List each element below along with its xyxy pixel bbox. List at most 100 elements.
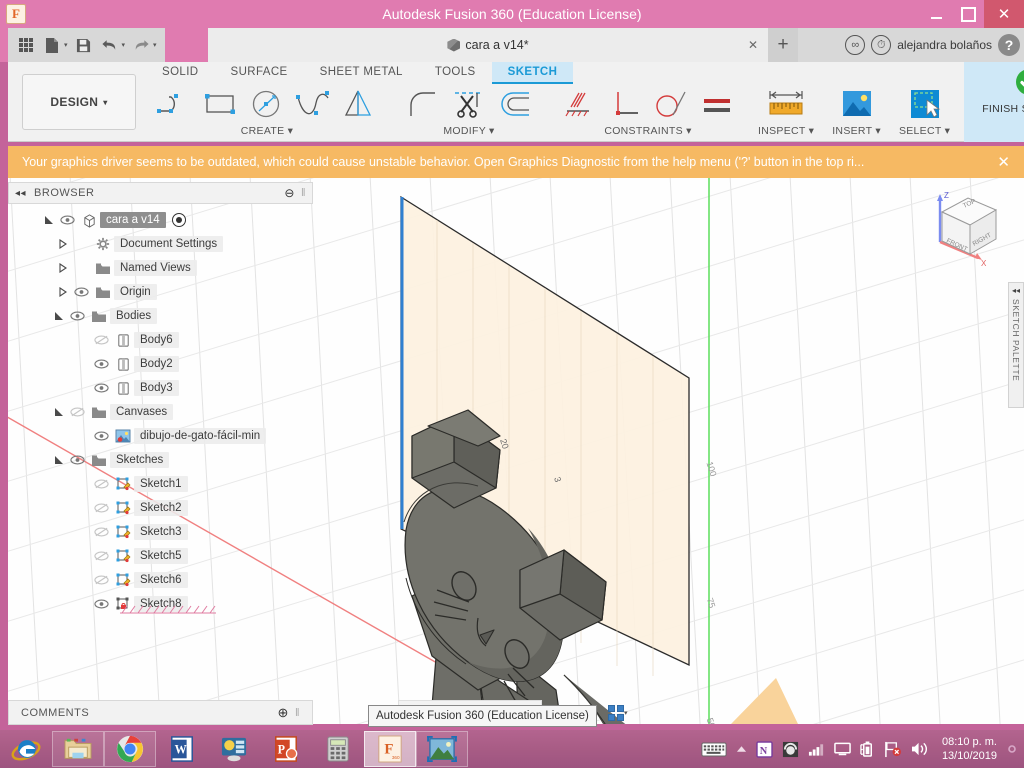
redo-caret[interactable]: ▾ <box>153 41 157 49</box>
ribbon-tab-sheet-metal[interactable]: SHEET METAL <box>304 62 419 84</box>
show-desktop-icon[interactable] <box>1006 742 1018 756</box>
tangent-constraint-icon[interactable] <box>648 84 694 124</box>
show-hidden-icons-icon[interactable] <box>736 745 747 753</box>
speaker-mic-icon[interactable] <box>782 741 799 758</box>
network-signal-icon[interactable] <box>808 742 825 756</box>
expander-icon[interactable] <box>52 311 66 321</box>
ribbon-tab-tools[interactable]: TOOLS <box>419 62 492 84</box>
visibility-hidden-icon[interactable] <box>90 575 112 585</box>
sketch-palette-tab[interactable]: ◂◂ SKETCH PALETTE <box>1008 282 1024 408</box>
redo-icon[interactable] <box>129 32 153 58</box>
spline-tool-icon[interactable] <box>290 84 336 124</box>
visibility-eye-icon[interactable] <box>90 431 112 441</box>
expander-icon[interactable] <box>52 455 66 465</box>
ribbon-group-label-insert[interactable]: INSERT ▾ <box>832 125 881 137</box>
visibility-hidden-icon[interactable] <box>90 527 112 537</box>
minimize-button[interactable] <box>920 0 952 28</box>
taskbar-google-chrome[interactable] <box>104 731 156 767</box>
visibility-hidden-icon[interactable] <box>90 551 112 561</box>
tree-item-bodies[interactable]: Bodies <box>8 304 313 328</box>
ribbon-group-label-inspect[interactable]: INSPECT ▾ <box>758 125 814 137</box>
save-icon[interactable] <box>72 32 96 58</box>
visibility-eye-icon[interactable] <box>90 359 112 369</box>
ribbon-group-finish-sketch[interactable]: FINISH SKETCH ▾ <box>964 62 1024 142</box>
visibility-eye-icon[interactable] <box>66 311 88 321</box>
sketch-palette-collapse-icon[interactable]: ◂◂ <box>1012 286 1020 295</box>
browser-grip-icon[interactable]: ‖ <box>301 187 306 199</box>
flag-alert-icon[interactable] <box>884 741 902 758</box>
history-icon[interactable]: ⏱ <box>871 35 892 55</box>
visibility-eye-icon[interactable] <box>56 215 78 225</box>
tree-item-named-views[interactable]: Named Views <box>8 256 313 280</box>
expander-icon[interactable] <box>52 407 66 417</box>
ribbon-tab-sketch[interactable]: SKETCH <box>491 62 574 84</box>
help-icon[interactable]: ? <box>998 34 1020 56</box>
undo-icon[interactable] <box>98 32 122 58</box>
ribbon-tab-solid[interactable]: SOLID <box>146 62 215 84</box>
ribbon-tab-surface[interactable]: SURFACE <box>215 62 304 84</box>
mirror-tool-icon[interactable] <box>336 84 382 124</box>
ribbon-group-label-finish-sketch[interactable]: FINISH SKETCH ▾ <box>982 103 1024 115</box>
tree-item-cara-a-v14[interactable]: cara a v14 <box>8 208 313 232</box>
ribbon-group-label-select[interactable]: SELECT ▾ <box>899 125 950 137</box>
rectangle-tool-icon[interactable] <box>198 84 244 124</box>
expander-icon[interactable] <box>42 215 56 225</box>
ribbon-group-label-create[interactable]: CREATE ▾ <box>241 125 293 137</box>
browser-minimize-icon[interactable]: ⊖ <box>284 186 295 200</box>
maximize-button[interactable] <box>952 0 984 28</box>
browser-collapse-icon[interactable]: ◂◂ <box>15 188 26 199</box>
close-button[interactable]: ✕ <box>984 0 1024 28</box>
view-cube[interactable]: Z X TOP FRONT RIGHT <box>916 184 1002 270</box>
volume-icon[interactable] <box>911 741 929 757</box>
tree-item-document-settings[interactable]: Document Settings <box>8 232 313 256</box>
tree-item-sketch2[interactable]: Sketch2 <box>8 496 313 520</box>
undo-caret[interactable]: ▾ <box>122 41 126 49</box>
tree-item-canvases[interactable]: Canvases <box>8 400 313 424</box>
tree-item-body3[interactable]: Body3 <box>8 376 313 400</box>
tree-item-sketches[interactable]: Sketches <box>8 448 313 472</box>
insert-image-icon[interactable] <box>834 84 880 124</box>
line-tool-icon[interactable] <box>152 84 198 124</box>
circle-tool-icon[interactable] <box>244 84 290 124</box>
fix-constraint-icon[interactable] <box>556 84 602 124</box>
visibility-eye-icon[interactable] <box>90 599 112 609</box>
comments-grip-icon[interactable]: ‖ <box>295 707 300 719</box>
onenote-icon[interactable]: N <box>756 740 773 758</box>
new-tab-button[interactable]: + <box>768 28 798 62</box>
taskbar-fusion360[interactable]: F 360 <box>364 731 416 767</box>
new-document-icon[interactable] <box>40 32 64 58</box>
taskbar-media-app[interactable] <box>208 731 260 767</box>
taskbar-powerpoint[interactable]: P <box>260 731 312 767</box>
taskbar-file-explorer[interactable] <box>52 731 104 767</box>
document-tab[interactable]: cara a v14* ✕ <box>208 28 768 62</box>
grid-snap-icon[interactable] <box>608 705 624 721</box>
taskbar-clock[interactable]: 08:10 p. m. 13/10/2019 <box>938 735 997 763</box>
visibility-hidden-icon[interactable] <box>90 335 112 345</box>
tree-item-sketch5[interactable]: Sketch5 <box>8 544 313 568</box>
new-document-caret[interactable]: ▾ <box>64 41 68 49</box>
visibility-hidden-icon[interactable] <box>90 479 112 489</box>
offset-tool-icon[interactable] <box>492 84 538 124</box>
document-tab-close-icon[interactable]: ✕ <box>748 38 758 52</box>
tree-item-body2[interactable]: Body2 <box>8 352 313 376</box>
select-tool-icon[interactable] <box>902 84 948 124</box>
expander-icon[interactable] <box>56 239 70 249</box>
visibility-eye-icon[interactable] <box>70 287 92 297</box>
visibility-hidden-icon[interactable] <box>90 503 112 513</box>
taskbar-microsoft-word[interactable]: W <box>156 731 208 767</box>
visibility-hidden-icon[interactable] <box>66 407 88 417</box>
tree-item-sketch1[interactable]: Sketch1 <box>8 472 313 496</box>
tree-item-dibujo-de-gato[interactable]: dibujo-de-gato-fácil-min <box>8 424 313 448</box>
taskbar-internet-explorer[interactable] <box>0 731 52 767</box>
keyboard-icon[interactable] <box>701 742 727 757</box>
visibility-eye-icon[interactable] <box>66 455 88 465</box>
perpendicular-constraint-icon[interactable] <box>602 84 648 124</box>
tree-item-sketch6[interactable]: Sketch6 <box>8 568 313 592</box>
workspace-switcher-button[interactable]: DESIGN ▾ <box>22 74 136 130</box>
fillet-tool-icon[interactable] <box>400 84 446 124</box>
display-icon[interactable] <box>834 742 851 756</box>
ribbon-group-label-modify[interactable]: MODIFY ▾ <box>443 125 494 137</box>
battery-icon[interactable] <box>860 741 875 757</box>
user-name[interactable]: alejandra bolaños <box>897 38 992 52</box>
taskbar-photo-viewer[interactable] <box>416 731 468 767</box>
